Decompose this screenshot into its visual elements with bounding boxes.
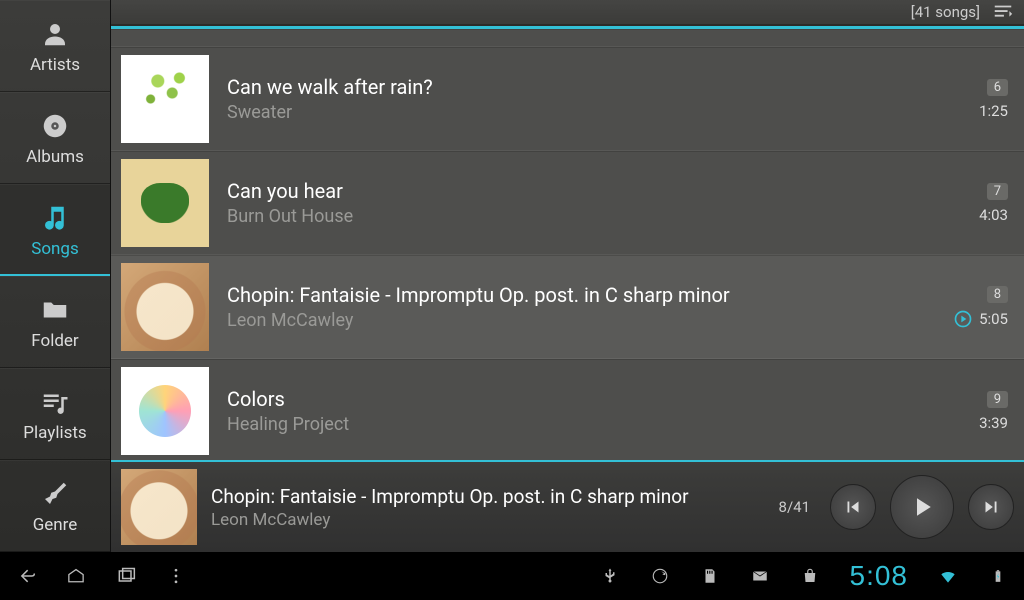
song-title: Colors: [227, 387, 961, 411]
song-duration: 5:05: [979, 310, 1008, 328]
skip-next-icon: [980, 496, 1002, 518]
album-art: [121, 263, 209, 351]
mail-icon: [750, 566, 770, 586]
track-number-badge: 6: [987, 79, 1008, 96]
home-button[interactable]: [66, 566, 86, 586]
song-artist: Healing Project: [227, 414, 961, 435]
sidebar-item-label: Songs: [31, 239, 79, 259]
store-icon: [800, 566, 820, 586]
now-playing-bar[interactable]: Chopin: Fantaisie - Impromptu Op. post. …: [111, 460, 1024, 552]
play-button[interactable]: [890, 475, 954, 539]
sidebar-item-label: Albums: [26, 147, 84, 167]
overflow-menu-button[interactable]: [166, 566, 186, 586]
song-artist: Leon McCawley: [227, 310, 935, 331]
sidebar-item-label: Folder: [31, 331, 78, 351]
sidebar: Artists Albums Songs Folder Playlists: [0, 0, 111, 552]
now-playing-icon: [953, 309, 973, 329]
album-art: [121, 159, 209, 247]
song-artist: Sweater: [227, 102, 961, 123]
sidebar-item-artists[interactable]: Artists: [0, 0, 110, 92]
main-content: [41 songs] Can we walk after rain? Sweat…: [111, 0, 1024, 552]
sidebar-item-genre[interactable]: Genre: [0, 460, 110, 552]
song-title: Can you hear: [227, 179, 961, 203]
sidebar-item-songs[interactable]: Songs: [0, 184, 110, 276]
list-item[interactable]: Can we walk after rain? Sweater 6 1:25: [111, 47, 1024, 151]
song-duration: 3:39: [979, 414, 1008, 432]
disc-icon: [38, 109, 72, 143]
now-playing-title: Chopin: Fantaisie - Impromptu Op. post. …: [211, 485, 759, 508]
song-artist: Burn Out House: [227, 206, 961, 227]
list-topbar: [41 songs]: [111, 0, 1024, 26]
status-clock: 5:08: [850, 560, 909, 592]
sidebar-item-label: Playlists: [23, 423, 86, 443]
usb-icon: [600, 566, 620, 586]
track-number-badge: 7: [987, 183, 1008, 200]
now-playing-artist: Leon McCawley: [211, 510, 759, 530]
song-count-label: [41 songs]: [911, 3, 980, 21]
sidebar-item-label: Genre: [33, 515, 78, 535]
skip-previous-icon: [842, 496, 864, 518]
track-number-badge: 9: [987, 391, 1008, 408]
system-navbar: 5:08: [0, 552, 1024, 600]
folder-icon: [38, 293, 72, 327]
battery-charging-icon: [988, 566, 1008, 586]
sidebar-item-label: Artists: [30, 55, 80, 75]
sidebar-item-folder[interactable]: Folder: [0, 276, 110, 368]
song-duration: 1:25: [979, 102, 1008, 120]
menu-lines-icon: [992, 1, 1014, 23]
recent-apps-button[interactable]: [116, 566, 136, 586]
sidebar-item-playlists[interactable]: Playlists: [0, 368, 110, 460]
playlist-icon: [38, 385, 72, 419]
guitar-icon: [38, 477, 72, 511]
track-number-badge: 8: [987, 286, 1008, 303]
previous-button[interactable]: [830, 484, 876, 530]
song-list[interactable]: Can we walk after rain? Sweater 6 1:25 C…: [111, 29, 1024, 460]
list-item[interactable]: [111, 29, 1024, 47]
back-button[interactable]: [16, 566, 36, 586]
next-button[interactable]: [968, 484, 1014, 530]
wifi-icon: [938, 566, 958, 586]
sidebar-item-albums[interactable]: Albums: [0, 92, 110, 184]
album-art: [121, 55, 209, 143]
queue-position: 8/41: [779, 498, 810, 516]
now-playing-art: [121, 469, 197, 545]
album-art: [121, 367, 209, 455]
song-title: Chopin: Fantaisie - Impromptu Op. post. …: [227, 283, 935, 307]
play-icon: [907, 492, 937, 522]
list-item[interactable]: Colors Healing Project 9 3:39: [111, 359, 1024, 460]
person-icon: [38, 17, 72, 51]
music-note-icon: [38, 201, 72, 235]
sd-card-icon: [700, 566, 720, 586]
list-item[interactable]: Chopin: Fantaisie - Impromptu Op. post. …: [111, 255, 1024, 359]
sort-menu-button[interactable]: [990, 2, 1016, 22]
sync-icon: [650, 566, 670, 586]
song-duration: 4:03: [979, 206, 1008, 224]
list-item[interactable]: Can you hear Burn Out House 7 4:03: [111, 151, 1024, 255]
song-title: Can we walk after rain?: [227, 75, 961, 99]
